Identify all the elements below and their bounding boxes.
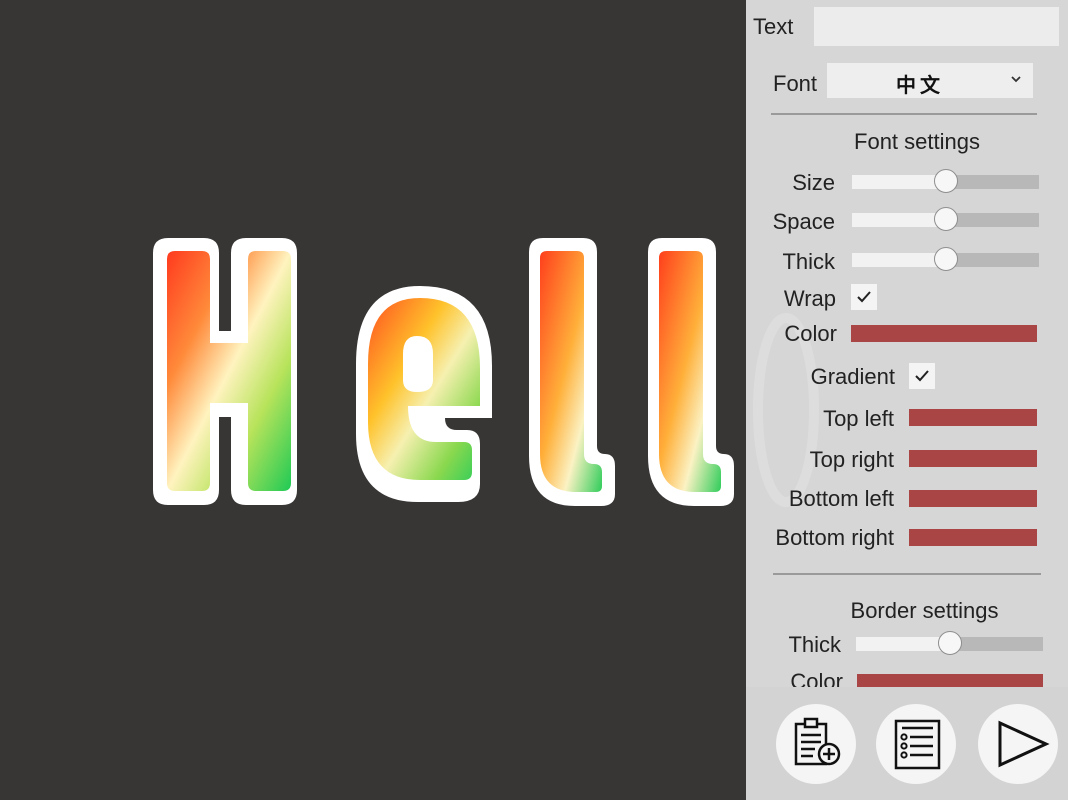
size-slider-thumb[interactable] xyxy=(933,169,958,193)
top-right-color-swatch[interactable] xyxy=(909,450,1037,467)
thick-slider-thumb[interactable] xyxy=(933,247,958,271)
divider-border xyxy=(773,573,1041,575)
play-icon xyxy=(998,720,1050,768)
checklist-icon xyxy=(894,719,941,770)
settings-panel: Text Font 中文 Font settings Size Space Th… xyxy=(746,0,1068,800)
top-right-label: Top right xyxy=(809,447,894,472)
color-label: Color xyxy=(784,321,837,346)
border-settings-title: Border settings xyxy=(850,598,999,623)
text-input[interactable] xyxy=(814,7,1059,46)
glyph-e xyxy=(356,286,492,502)
paste-add-button[interactable] xyxy=(776,704,856,784)
size-label: Size xyxy=(792,170,835,195)
checkmark-icon xyxy=(857,291,871,303)
preview-canvas[interactable] xyxy=(0,0,746,800)
wrap-checkbox[interactable] xyxy=(851,284,877,310)
wrap-label: Wrap xyxy=(783,286,836,311)
bottom-toolbar xyxy=(746,687,1068,800)
text-preview xyxy=(153,238,734,506)
glyph-l-1 xyxy=(529,238,615,506)
top-left-color-swatch[interactable] xyxy=(909,409,1037,426)
clipboard-plus-icon xyxy=(794,717,841,766)
border-thick-slider[interactable] xyxy=(856,631,1043,655)
font-dropdown-value: 中文 xyxy=(896,75,944,97)
task-list-button[interactable] xyxy=(876,704,956,784)
glyph-h xyxy=(153,238,297,505)
space-label: Space xyxy=(772,209,835,234)
top-left-label: Top left xyxy=(823,406,894,431)
text-label: Text xyxy=(753,14,794,39)
font-label: Font xyxy=(773,71,818,96)
glyph-l-2 xyxy=(648,238,734,506)
border-color-label: Color xyxy=(790,669,843,687)
bottom-left-label: Bottom left xyxy=(788,486,894,511)
settings-scroll-area[interactable]: Text Font 中文 Font settings Size Space Th… xyxy=(746,0,1068,687)
space-slider[interactable] xyxy=(852,207,1039,231)
border-color-swatch[interactable] xyxy=(857,674,1043,687)
space-slider-thumb[interactable] xyxy=(933,207,958,231)
size-slider[interactable] xyxy=(852,169,1039,193)
divider-font xyxy=(771,113,1037,115)
font-settings-title: Font settings xyxy=(854,129,980,154)
gradient-checkbox[interactable] xyxy=(909,363,935,389)
play-button[interactable] xyxy=(978,704,1058,784)
font-dropdown[interactable]: 中文 xyxy=(827,63,1033,98)
color-swatch[interactable] xyxy=(851,325,1037,342)
thick-slider[interactable] xyxy=(852,247,1039,271)
thick-label: Thick xyxy=(782,249,835,274)
bottom-right-label: Bottom right xyxy=(775,525,894,550)
bottom-left-color-swatch[interactable] xyxy=(909,490,1037,507)
bottom-right-color-swatch[interactable] xyxy=(909,529,1037,546)
gradient-label: Gradient xyxy=(810,364,895,389)
checkmark-icon xyxy=(915,370,929,382)
border-thick-slider-thumb[interactable] xyxy=(937,631,962,655)
border-thick-label: Thick xyxy=(788,632,841,657)
chevron-down-icon xyxy=(1011,76,1021,83)
